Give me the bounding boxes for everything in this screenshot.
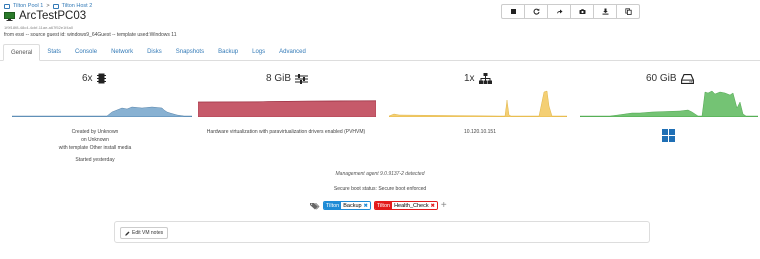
snapshot-button[interactable] — [570, 4, 594, 19]
disk-stat: 60 GiB — [646, 73, 694, 84]
tag-value: Backup — [343, 202, 362, 209]
migrate-button[interactable] — [547, 4, 571, 19]
cpu-icon — [96, 73, 106, 84]
copy-button[interactable] — [616, 4, 640, 19]
remove-tag-icon[interactable]: ✖ — [431, 202, 435, 209]
add-tag-icon[interactable]: + — [441, 200, 447, 210]
refresh-icon — [533, 8, 539, 15]
tab-disks[interactable]: Disks — [140, 44, 169, 61]
stop-icon — [510, 9, 516, 14]
remove-tag-icon[interactable]: ✖ — [364, 202, 368, 209]
vm-header: Tilton Pool 1 > Tilton Host 2 ArcTestPC0… — [0, 0, 760, 44]
breadcrumb-separator: > — [46, 3, 50, 9]
camera-icon — [579, 9, 585, 14]
disk-size: 60 GiB — [646, 73, 677, 84]
tab-console[interactable]: Console — [68, 44, 104, 61]
vm-uuid: 1f9f18f8-48c4-4cbf-11ae-a67f52e1f4a0 — [4, 25, 74, 30]
tags-icon — [310, 202, 320, 209]
windows-icon — [662, 129, 675, 142]
sliders-icon — [295, 73, 309, 84]
management-agent-status: Management agent 9.0.9137-2 detected — [335, 171, 425, 177]
download-icon — [602, 8, 608, 15]
cpu-stat: 6x — [82, 73, 106, 84]
network-sparkline — [389, 90, 567, 117]
memory-sparkline — [198, 100, 376, 117]
pool-icon — [4, 3, 10, 9]
memory-size: 8 GiB — [266, 73, 292, 84]
vm-notes-panel: Edit VM notes — [114, 221, 650, 243]
general-panel: 6x 8 GiB 1x 60 GiB Created by Unknown on… — [0, 61, 760, 259]
pencil-icon — [125, 231, 130, 236]
restart-button[interactable] — [524, 4, 548, 19]
tag-scope: Tilton — [324, 202, 342, 209]
virtualization-mode: Hardware virtualization with paravirtual… — [206, 129, 366, 135]
desktop-icon — [4, 11, 15, 21]
tab-bar: General Stats Console Network Disks Snap… — [0, 44, 760, 61]
breadcrumb: Tilton Pool 1 > Tilton Host 2 — [4, 3, 92, 9]
secure-boot-status: Secure boot status: Secure boot enforced — [333, 186, 427, 192]
tab-advanced[interactable]: Advanced — [272, 44, 313, 61]
ip-address[interactable]: 10.120.10.151 — [430, 128, 530, 136]
started-time: Started yesterday — [75, 157, 115, 163]
vm-title[interactable]: ArcTestPC03 — [19, 10, 86, 22]
vm-description[interactable]: from esxi -- source guest id: windows9_6… — [4, 32, 176, 38]
created-by: Created by Unknown — [71, 129, 119, 135]
share-icon — [556, 9, 562, 14]
breadcrumb-pool[interactable]: Tilton Pool 1 — [13, 3, 43, 9]
created-template: with template Other install media — [58, 145, 132, 151]
network-icon — [478, 73, 492, 84]
tag-value: Health_Check — [394, 202, 429, 209]
tag-scope: Tilton — [374, 202, 393, 209]
copy-icon — [624, 8, 632, 15]
export-button[interactable] — [593, 4, 617, 19]
tab-general[interactable]: General — [3, 44, 41, 61]
edit-vm-notes-button[interactable]: Edit VM notes — [120, 227, 169, 239]
memory-stat: 8 GiB — [266, 73, 309, 84]
tab-logs[interactable]: Logs — [245, 44, 272, 61]
stop-button[interactable] — [501, 4, 525, 19]
network-count: 1x — [464, 73, 475, 84]
vm-toolbar — [501, 4, 640, 19]
tab-stats[interactable]: Stats — [40, 44, 68, 61]
tag-list: Tilton Backup ✖ Tilton Health_Check ✖ + — [310, 200, 447, 210]
cpu-count: 6x — [82, 73, 93, 84]
creation-info: Created by Unknown on Unknown with templ… — [40, 128, 150, 164]
tag-backup[interactable]: Tilton Backup ✖ — [323, 201, 371, 210]
network-stat: 1x — [464, 73, 492, 84]
breadcrumb-host[interactable]: Tilton Host 2 — [62, 3, 93, 9]
tab-network[interactable]: Network — [104, 44, 140, 61]
created-on: on Unknown — [81, 137, 109, 143]
disk-sparkline — [580, 90, 758, 117]
tab-snapshots[interactable]: Snapshots — [169, 44, 211, 61]
tab-backup[interactable]: Backup — [211, 44, 245, 61]
edit-vm-notes-label: Edit VM notes — [132, 230, 164, 236]
cpu-sparkline — [12, 106, 192, 117]
tag-health-check[interactable]: Tilton Health_Check ✖ — [373, 201, 438, 210]
hard-drive-icon — [680, 73, 694, 84]
host-icon — [52, 3, 59, 9]
